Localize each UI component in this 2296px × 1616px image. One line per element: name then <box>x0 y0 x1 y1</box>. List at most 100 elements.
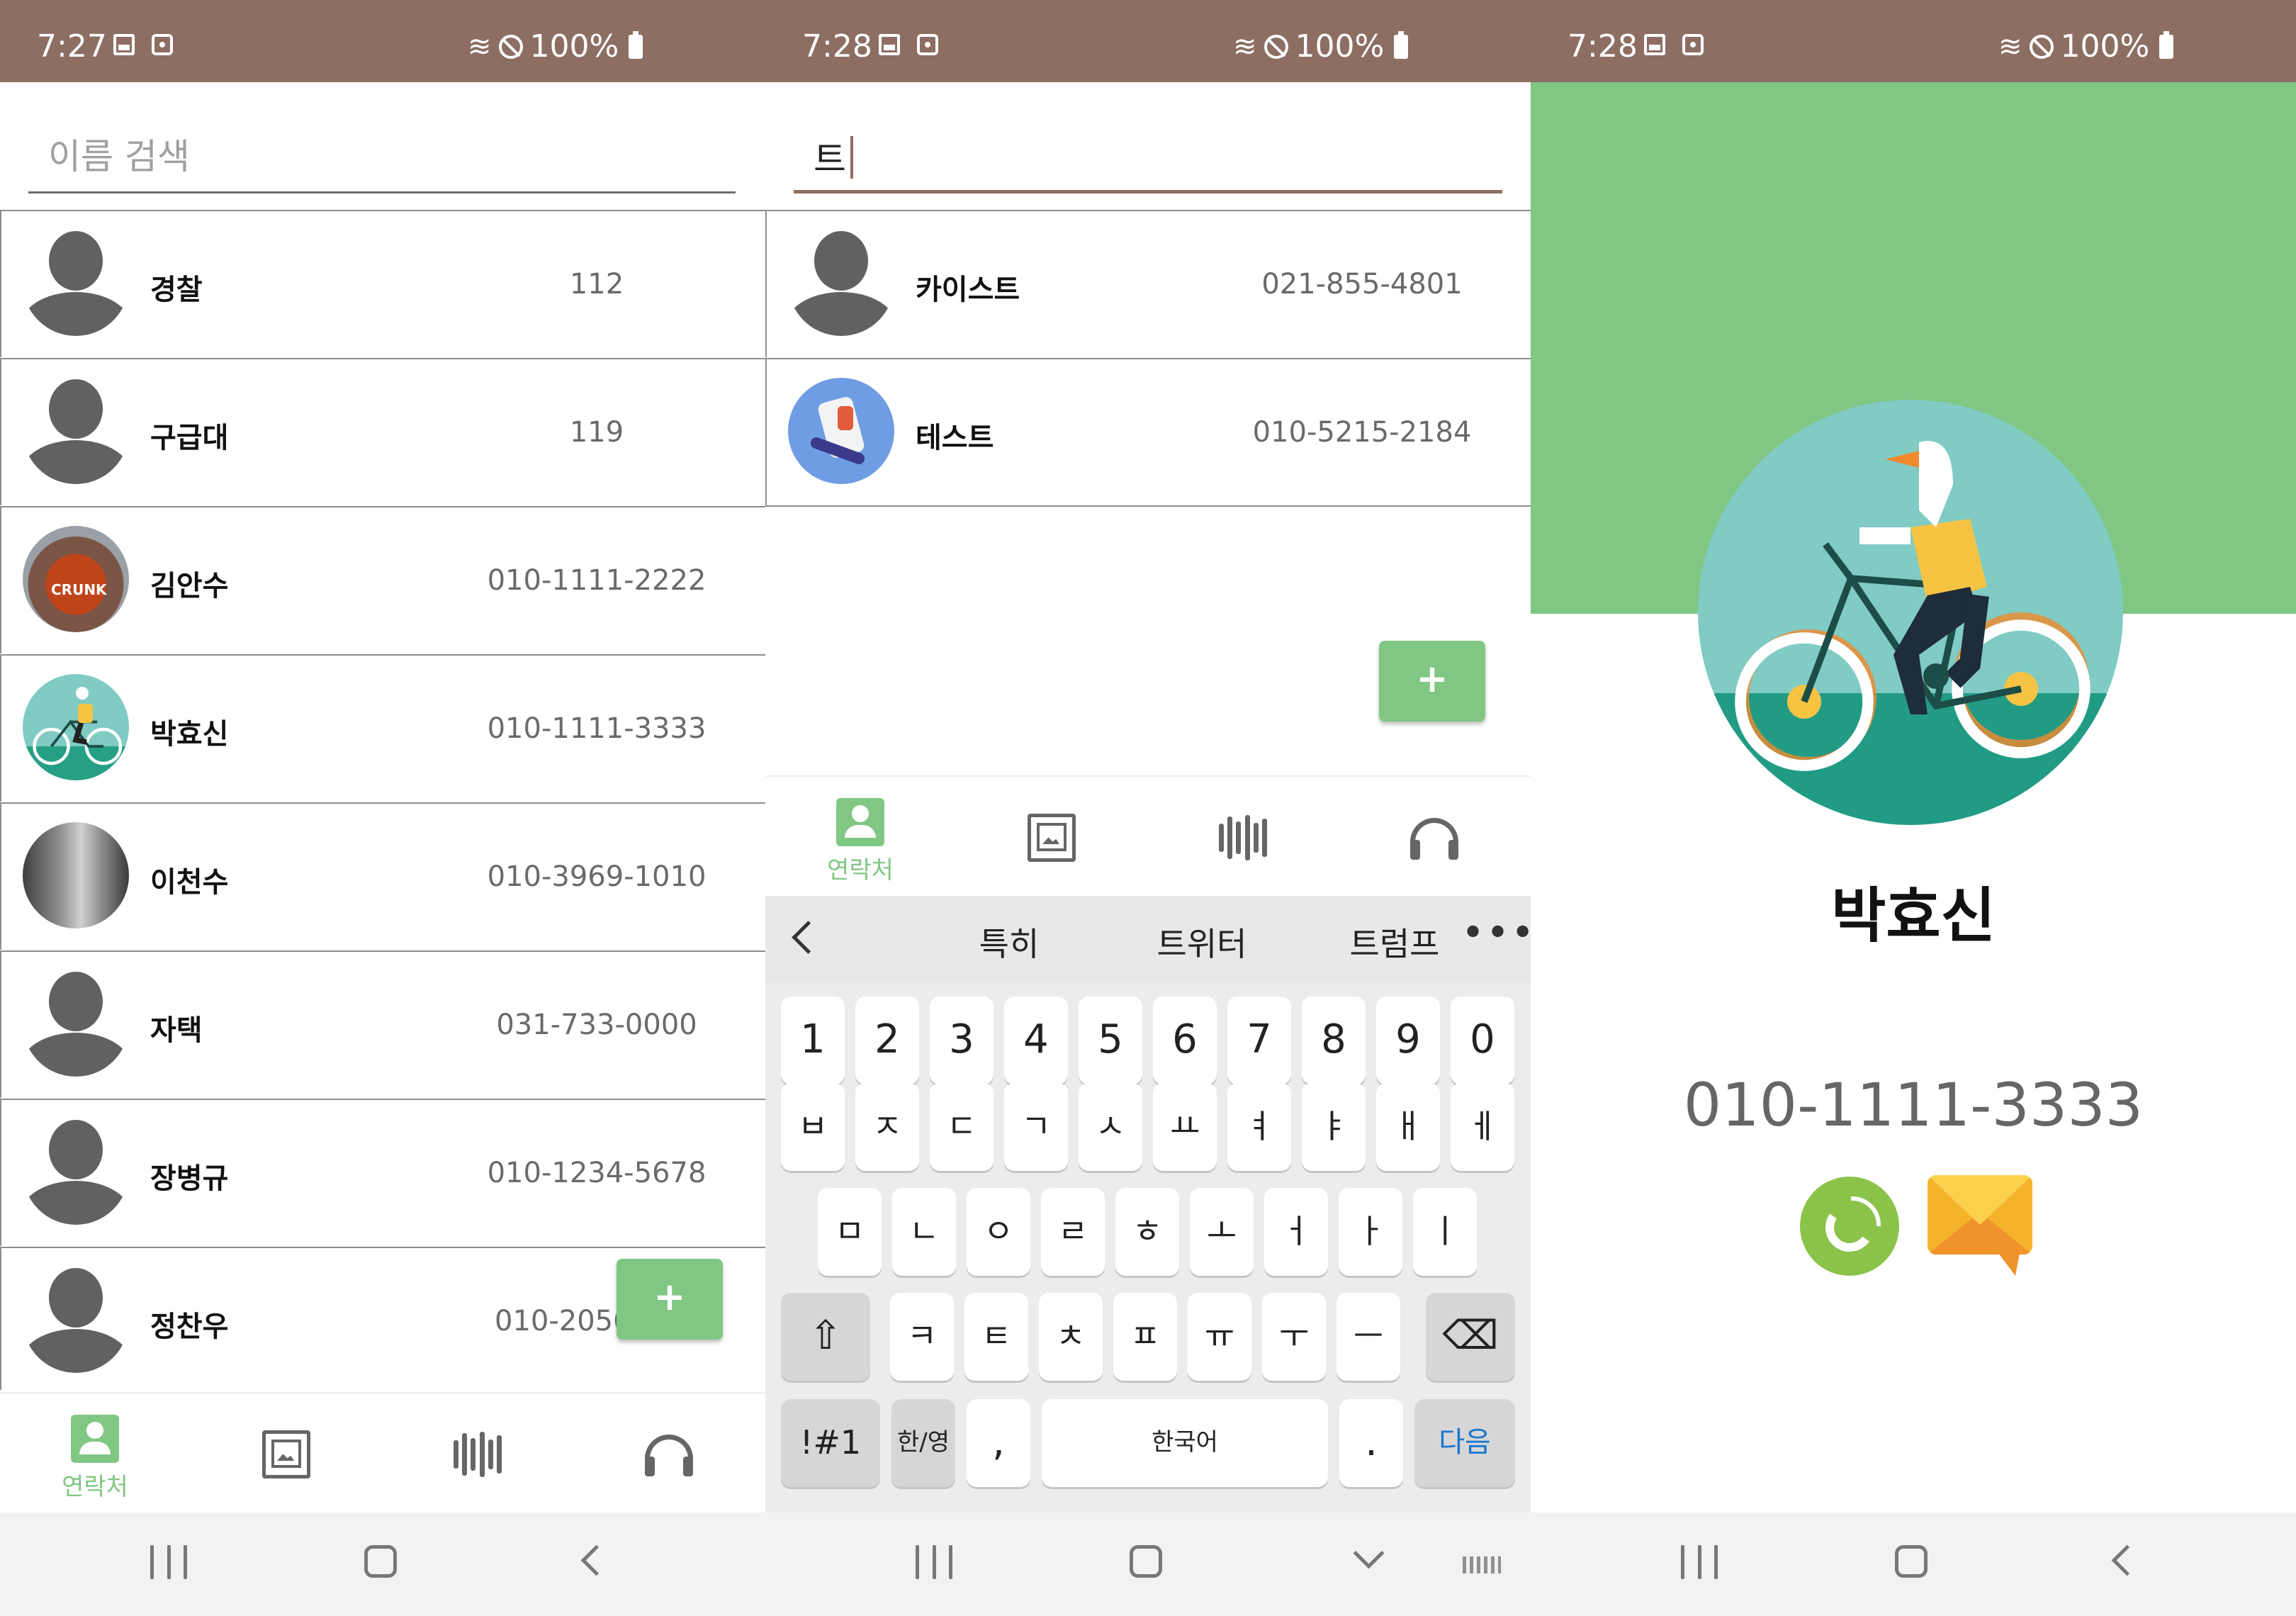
soft-keyboard: 특히 트위터 트럼프 ••• 1234567890 ㅂㅈㄷㄱㅅㅛㅕㅑㅐㅔㅁㄴㅇㄹㅎ… <box>765 896 1531 1513</box>
key-0[interactable]: 0 <box>1451 997 1514 1084</box>
suggestion-word[interactable]: 트럼프 <box>1324 919 1465 965</box>
battery-level: 100% <box>2060 28 2150 64</box>
status-bar: 7:28 ≋ 100% <box>765 0 1531 82</box>
recent-apps-button[interactable] <box>916 1545 952 1582</box>
do-not-disturb-icon <box>2029 34 2054 59</box>
suggestion-back-icon[interactable] <box>792 921 825 954</box>
key-jamo[interactable]: ㄹ <box>1041 1188 1105 1276</box>
tab-equalizer[interactable] <box>1172 777 1314 897</box>
key-jamo[interactable]: ㅂ <box>781 1083 845 1171</box>
search-field[interactable] <box>794 120 1502 193</box>
back-button[interactable] <box>580 1544 612 1576</box>
contact-row[interactable]: 장병규 010-1234-5678 <box>0 1099 765 1246</box>
add-contact-button[interactable]: + <box>1379 641 1485 722</box>
contact-row[interactable]: 구급대 119 <box>0 358 765 505</box>
suggestion-bar: 특히 트위터 트럼프 ••• <box>765 896 1531 982</box>
contact-row[interactable]: 박효신 010-1111-3333 <box>0 654 765 802</box>
key-jamo[interactable]: ㅡ <box>1336 1293 1400 1381</box>
key-6[interactable]: 6 <box>1153 997 1217 1084</box>
suggestion-word[interactable]: 트위터 <box>1131 919 1273 965</box>
home-button[interactable] <box>1130 1545 1162 1578</box>
key-jamo[interactable]: ㅕ <box>1227 1083 1291 1171</box>
key-3[interactable]: 3 <box>930 997 994 1084</box>
next-key[interactable]: 다음 <box>1414 1399 1515 1487</box>
key-jamo[interactable]: ㅗ <box>1190 1188 1254 1276</box>
key-2[interactable]: 2 <box>855 997 919 1084</box>
key-jamo[interactable]: ㅋ <box>890 1293 954 1381</box>
status-bar: 7:27 ≋ 100% <box>0 0 765 82</box>
status-time: 7:28 <box>1568 28 1638 64</box>
search-field[interactable] <box>28 120 736 193</box>
suggestion-word[interactable]: 특히 <box>938 919 1080 965</box>
search-input[interactable] <box>48 132 686 181</box>
key-jamo[interactable]: ㅊ <box>1039 1293 1103 1381</box>
key-4[interactable]: 4 <box>1004 997 1068 1084</box>
shift-key[interactable]: ⇧ <box>781 1293 870 1381</box>
message-button[interactable] <box>1928 1169 2034 1276</box>
status-bar: 7:28 ≋ 100% <box>1531 0 2296 82</box>
key-jamo[interactable]: ㅓ <box>1264 1188 1328 1276</box>
battery-icon <box>1394 30 1409 59</box>
search-input[interactable] <box>814 132 1451 181</box>
key-5[interactable]: 5 <box>1079 997 1142 1084</box>
tab-music[interactable] <box>598 1393 740 1514</box>
language-switch-key[interactable]: 한/영 <box>891 1399 955 1487</box>
tab-gallery[interactable] <box>215 1393 357 1514</box>
recent-apps-button[interactable] <box>1681 1545 1718 1582</box>
key-jamo[interactable]: ㅍ <box>1113 1293 1177 1381</box>
contact-row[interactable]: CRUNK 김안수 010-1111-2222 <box>0 506 765 653</box>
back-button[interactable] <box>2111 1544 2143 1576</box>
space-key[interactable]: 한국어 <box>1042 1399 1328 1487</box>
hide-keyboard-button[interactable] <box>1353 1537 1385 1569</box>
key-8[interactable]: 8 <box>1302 997 1366 1084</box>
tab-contacts[interactable]: 연락처 <box>789 777 931 897</box>
gallery-notification-icon <box>113 34 135 55</box>
key-jamo[interactable]: ㅣ <box>1413 1188 1477 1276</box>
recent-apps-button[interactable] <box>150 1545 187 1582</box>
tab-equalizer[interactable] <box>407 1393 548 1514</box>
gallery-icon <box>1028 814 1076 862</box>
key-jamo[interactable]: ㅛ <box>1153 1083 1217 1171</box>
key-jamo[interactable]: ㅑ <box>1302 1083 1366 1171</box>
call-button[interactable] <box>1800 1177 1899 1276</box>
tab-music[interactable] <box>1363 777 1505 897</box>
key-jamo[interactable]: ㄴ <box>892 1188 956 1276</box>
key-7[interactable]: 7 <box>1227 997 1291 1084</box>
contact-name: 박효신 <box>1831 881 1996 950</box>
bike-illustration <box>23 674 129 780</box>
period-key[interactable]: . <box>1339 1399 1403 1487</box>
key-1[interactable]: 1 <box>781 997 845 1084</box>
key-jamo[interactable]: ㄱ <box>1004 1083 1068 1171</box>
add-contact-button[interactable]: + <box>617 1259 723 1340</box>
backspace-key[interactable]: ⌫ <box>1426 1293 1515 1381</box>
symbols-key[interactable]: !#1 <box>781 1399 880 1487</box>
app-notification-icon <box>1682 34 1704 55</box>
comma-key[interactable]: , <box>967 1399 1030 1487</box>
key-jamo[interactable]: ㅌ <box>964 1293 1028 1381</box>
key-jamo[interactable]: ㅈ <box>855 1083 919 1171</box>
key-jamo[interactable]: ㅇ <box>967 1188 1030 1276</box>
more-options-icon[interactable]: ••• <box>1461 910 1531 956</box>
key-jamo[interactable]: ㅁ <box>818 1188 882 1276</box>
contact-name: 경찰 <box>150 274 203 306</box>
battery-level: 100% <box>529 28 619 64</box>
keyboard-switch-icon[interactable] <box>1463 1556 1501 1573</box>
contact-row[interactable]: 카이스트 021-855-4801 <box>765 210 1531 357</box>
key-jamo[interactable]: ㅎ <box>1115 1188 1179 1276</box>
key-jamo[interactable]: ㅅ <box>1079 1083 1142 1171</box>
home-button[interactable] <box>364 1545 397 1578</box>
key-9[interactable]: 9 <box>1376 997 1440 1084</box>
contact-row[interactable]: 이천수 010-3969-1010 <box>0 802 765 950</box>
key-jamo[interactable]: ㅜ <box>1262 1293 1326 1381</box>
key-jamo[interactable]: ㅐ <box>1376 1083 1440 1171</box>
tab-gallery[interactable] <box>981 777 1122 897</box>
contact-row[interactable]: 자택 031-733-0000 <box>0 950 765 1098</box>
key-jamo[interactable]: ㅔ <box>1451 1083 1514 1171</box>
key-jamo[interactable]: ㄷ <box>930 1083 994 1171</box>
tab-contacts[interactable]: 연락처 <box>24 1393 166 1514</box>
contact-row[interactable]: 테스트 010-5215-2184 <box>765 358 1531 507</box>
home-button[interactable] <box>1895 1545 1928 1578</box>
key-jamo[interactable]: ㅠ <box>1188 1293 1251 1381</box>
contact-row[interactable]: 경찰 112 <box>0 210 765 357</box>
key-jamo[interactable]: ㅏ <box>1339 1188 1402 1276</box>
